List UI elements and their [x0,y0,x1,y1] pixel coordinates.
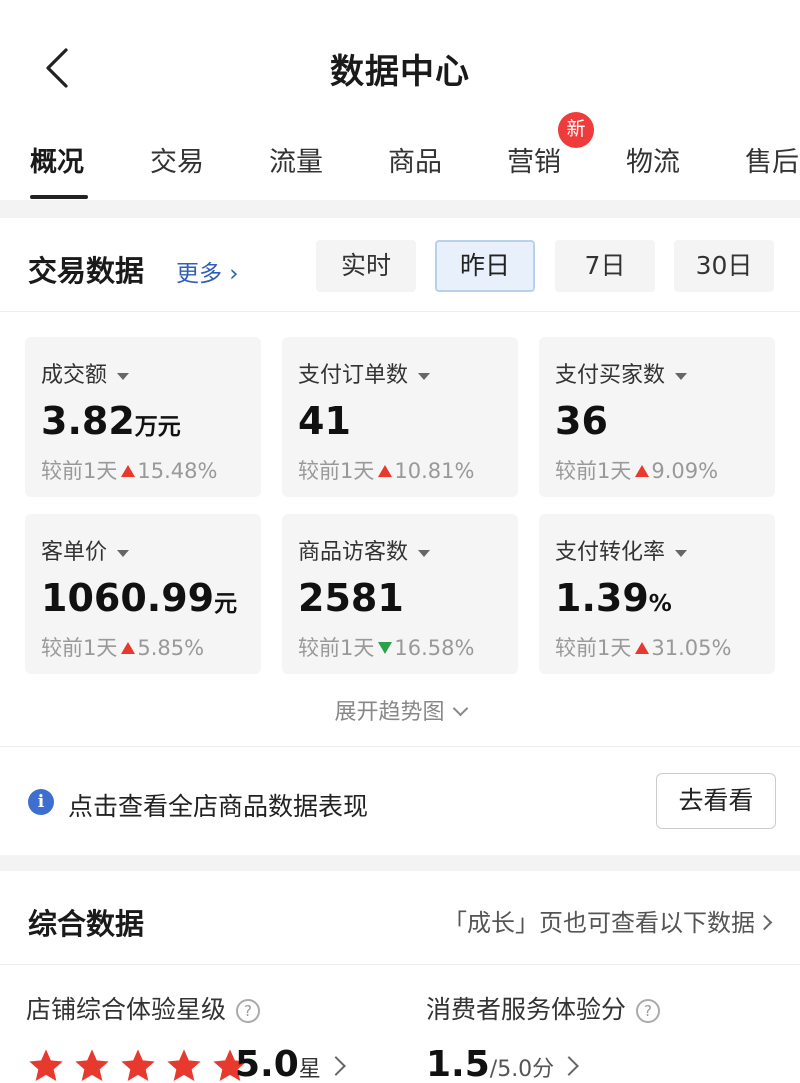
star-icon [164,1046,204,1083]
metric-compare: 较前1天 31.05% [555,636,732,660]
new-badge: 新 [558,112,594,148]
caret-down-icon [117,372,130,380]
tab-logistics[interactable]: 物流 [626,140,680,179]
expand-trend-button[interactable]: 展开趋势图 [0,694,800,726]
metric-card-visitors[interactable]: 商品访客数 2581 较前1天 16.58% [282,514,518,674]
help-icon[interactable]: ? [636,999,661,1023]
metric-card-orders[interactable]: 支付订单数 41 较前1天 10.81% [282,337,518,497]
range-30d-button[interactable]: 30日 [674,240,774,292]
metric-label: 支付转化率 [555,534,688,566]
metric-label: 客单价 [41,534,130,566]
chevron-right-icon [559,1056,580,1076]
store-rating-label: 店铺综合体验星级? [26,990,261,1026]
metric-compare: 较前1天 10.81% [298,459,475,483]
composite-section-header: 综合数据 「成长」页也可查看以下数据 [0,871,800,965]
section-gap [0,855,800,871]
metric-value: 1060.99元 [41,576,238,620]
arrow-up-icon [635,642,650,654]
metric-card-buyers[interactable]: 支付买家数 36 较前1天 9.09% [539,337,775,497]
metric-value: 1.39% [555,576,672,620]
tab-marketing[interactable]: 营销 [507,140,561,179]
caret-down-icon [675,549,688,557]
arrow-down-icon [378,642,393,654]
metric-compare: 较前1天 15.48% [41,459,218,483]
help-icon[interactable]: ? [236,999,261,1023]
section-gap [0,200,800,218]
composite-section-title: 综合数据 [28,907,145,941]
metric-label: 商品访客数 [298,534,431,566]
metric-compare: 较前1天 5.85% [41,636,205,660]
metric-value: 3.82万元 [41,399,181,443]
tab-bar: 概况 交易 流量 商品 营销 物流 售后 [0,130,800,200]
chevron-down-icon [452,700,468,717]
metric-compare: 较前1天 9.09% [555,459,719,483]
service-score-value[interactable]: 1.5/5.0分 [426,1044,580,1083]
trade-section-header: 交易数据 更多 › 实时 昨日 7日 30日 [0,218,800,312]
store-rating-value[interactable]: 5.0星 [235,1044,346,1083]
caret-down-icon [675,372,688,380]
caret-down-icon [418,372,431,380]
service-score-label: 消费者服务体验分? [426,990,661,1026]
metric-label: 支付买家数 [555,357,688,389]
arrow-up-icon [635,465,650,477]
more-link[interactable]: 更多 › [176,254,239,288]
star-icon [26,1046,66,1083]
range-yesterday-button[interactable]: 昨日 [435,240,535,292]
tab-after-sales[interactable]: 售后 [745,140,799,179]
metric-value: 2581 [298,576,404,620]
chevron-right-icon [756,914,773,931]
tip-text: 点击查看全店商品数据表现 [68,792,369,821]
header: 数据中心 [0,0,800,130]
arrow-up-icon [121,642,136,654]
metric-card-conversion[interactable]: 支付转化率 1.39% 较前1天 31.05% [539,514,775,674]
metric-card-gmv[interactable]: 成交额 3.82万元 较前1天 15.48% [25,337,261,497]
metric-compare: 较前1天 16.58% [298,636,475,660]
star-rating [26,1046,251,1083]
metric-value: 41 [298,399,351,443]
info-icon: i [28,789,54,815]
tab-products[interactable]: 商品 [388,140,442,179]
metric-card-avg-price[interactable]: 客单价 1060.99元 较前1天 5.85% [25,514,261,674]
metric-label: 成交额 [41,357,130,389]
store-product-tip: i 点击查看全店商品数据表现 去看看 [0,747,800,855]
tab-overview[interactable]: 概况 [30,140,84,179]
tab-traffic[interactable]: 流量 [269,140,323,179]
star-icon [118,1046,158,1083]
tab-trade[interactable]: 交易 [150,140,204,179]
caret-down-icon [117,549,130,557]
arrow-up-icon [378,465,393,477]
star-icon [72,1046,112,1083]
go-view-button[interactable]: 去看看 [656,773,776,829]
range-realtime-button[interactable]: 实时 [316,240,416,292]
metric-label: 支付订单数 [298,357,431,389]
range-7d-button[interactable]: 7日 [555,240,655,292]
caret-down-icon [418,549,431,557]
trade-section-title: 交易数据 [28,254,145,288]
page-title: 数据中心 [330,52,470,92]
arrow-up-icon [121,465,136,477]
metric-value: 36 [555,399,608,443]
growth-page-link[interactable]: 「成长」页也可查看以下数据 [443,903,773,938]
tab-active-indicator [30,195,88,199]
chevron-right-icon [325,1056,346,1076]
